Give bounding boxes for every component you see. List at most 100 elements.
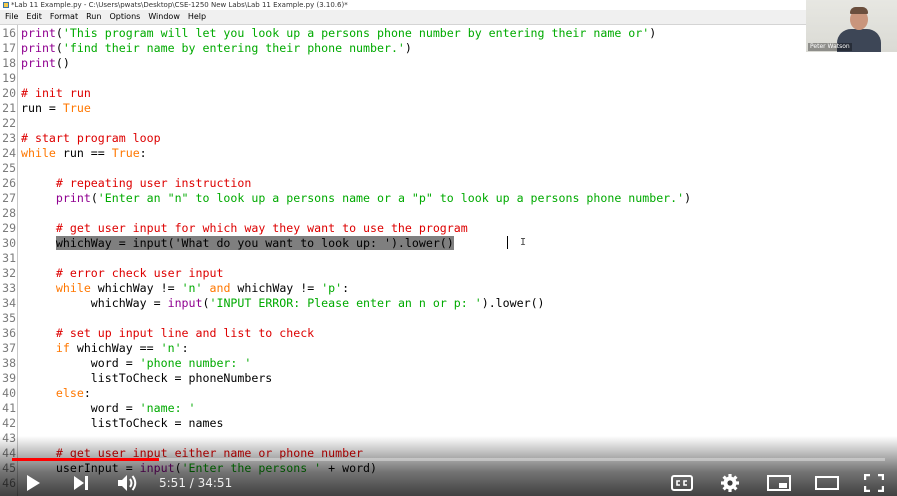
code-line[interactable]: whichWay = input('INPUT ERROR: Please en… (21, 296, 545, 311)
line-number: 19 (2, 71, 16, 85)
code-token: : (139, 146, 147, 160)
code-line[interactable]: if whichWay == 'n': (21, 341, 189, 356)
webcam-overlay: Peter Watson (806, 0, 897, 52)
comment-token: # repeating user instruction (55, 176, 252, 190)
line-number: 36 (2, 326, 16, 340)
code-editor[interactable]: 16 17 18 19 20 21 22 23 24 25 26 27 28 29 30 31 32 33 34 35… (0, 25, 897, 496)
line-number: 32 (2, 266, 16, 280)
code-line[interactable]: # error check user input (21, 266, 224, 281)
menu-window[interactable]: Window (148, 10, 180, 24)
code-line[interactable]: whichWay = input('What do you want to lo… (21, 236, 454, 251)
menu-help[interactable]: Help (188, 10, 206, 24)
fullscreen-icon (864, 474, 884, 492)
comment-token: # start program loop (21, 131, 161, 145)
code-token: run == (55, 146, 112, 160)
code-line[interactable]: while run == True: (21, 146, 147, 161)
code-line[interactable]: print('This program will let you look up… (21, 26, 656, 41)
volume-button[interactable] (116, 472, 140, 494)
code-line[interactable]: # repeating user instruction (21, 176, 251, 191)
code-line[interactable]: listToCheck = names (21, 416, 224, 431)
line-number: 30 (2, 236, 16, 250)
settings-button[interactable] (718, 472, 742, 494)
code-token: () (55, 56, 70, 70)
menu-options[interactable]: Options (109, 10, 140, 24)
line-number: 29 (2, 221, 16, 235)
code-token: ).lower() (481, 296, 545, 310)
keyword-token: True (62, 101, 91, 115)
miniplayer-button[interactable] (766, 472, 792, 494)
code-line[interactable]: listToCheck = phoneNumbers (21, 371, 272, 386)
code-line[interactable]: # init run (21, 86, 91, 101)
line-number: 41 (2, 401, 16, 415)
code-token: whichWay != (230, 281, 322, 295)
line-number: 40 (2, 386, 16, 400)
code-token: whichWay == (69, 341, 161, 355)
string-token: 'p' (321, 281, 343, 295)
string-token: 'Enter an "n" to look up a persons name … (97, 191, 685, 205)
line-number: 38 (2, 356, 16, 370)
code-line[interactable]: # get user input for which way they want… (21, 221, 468, 236)
captions-button[interactable] (670, 472, 694, 494)
string-token: 'name: ' (139, 401, 196, 415)
code-token: word = (21, 401, 140, 415)
window-title-bar: *Lab 11 Example.py - C:\Users\pwats\Desk… (0, 0, 897, 10)
code-token: whichWay != (90, 281, 182, 295)
captions-icon (671, 475, 693, 491)
menu-file[interactable]: File (5, 10, 18, 24)
next-button[interactable] (70, 472, 92, 494)
fullscreen-button[interactable] (862, 472, 886, 494)
menu-edit[interactable]: Edit (26, 10, 42, 24)
window-title: *Lab 11 Example.py - C:\Users\pwats\Desk… (11, 1, 348, 9)
code-line[interactable]: print('Enter an "n" to look up a persons… (21, 191, 691, 206)
code-token: whichWay = (21, 296, 168, 310)
comment-token: # error check user input (55, 266, 224, 280)
text-cursor (507, 236, 508, 249)
code-token: : (181, 341, 189, 355)
code-line[interactable]: else: (21, 386, 91, 401)
code-line[interactable]: print() (21, 56, 70, 71)
presenter-name: Peter Watson (808, 43, 852, 51)
code-line[interactable]: word = 'phone number: ' (21, 356, 252, 371)
code-line[interactable]: # set up input line and list to check (21, 326, 314, 341)
theater-mode-button[interactable] (814, 472, 840, 494)
string-token: 'find their name by entering their phone… (62, 41, 405, 55)
line-number: 37 (2, 341, 16, 355)
line-number: 27 (2, 191, 16, 205)
line-number: 26 (2, 176, 16, 190)
progress-bar[interactable] (12, 458, 885, 461)
line-number: 35 (2, 311, 16, 325)
menu-bar: File Edit Format Run Options Window Help (0, 10, 897, 25)
line-number: 17 (2, 41, 16, 55)
code-token: : (83, 386, 91, 400)
play-button[interactable] (22, 472, 44, 494)
code-line[interactable]: print('find their name by entering their… (21, 41, 412, 56)
builtin-token: print (21, 56, 56, 70)
line-number: 22 (2, 116, 16, 130)
code-token: ) (649, 26, 657, 40)
comment-token: # set up input line and list to check (55, 326, 315, 340)
menu-run[interactable]: Run (86, 10, 101, 24)
menu-format[interactable]: Format (50, 10, 78, 24)
next-icon (74, 476, 88, 490)
line-number: 21 (2, 101, 16, 115)
code-line[interactable]: run = True (21, 101, 91, 116)
code-line[interactable]: word = 'name: ' (21, 401, 196, 416)
miniplayer-icon (767, 475, 791, 491)
line-number-gutter: 16 17 18 19 20 21 22 23 24 25 26 27 28 29 30 31 32 33 34 35… (0, 25, 18, 496)
settings-icon (721, 474, 739, 492)
line-number: 42 (2, 416, 16, 430)
code-line[interactable]: while whichWay != 'n' and whichWay != 'p… (21, 281, 349, 296)
code-token: listToCheck = phoneNumbers (21, 371, 273, 385)
code-line[interactable]: # start program loop (21, 131, 161, 146)
line-number: 28 (2, 206, 16, 220)
line-number: 33 (2, 281, 16, 295)
code-token: : (342, 281, 350, 295)
